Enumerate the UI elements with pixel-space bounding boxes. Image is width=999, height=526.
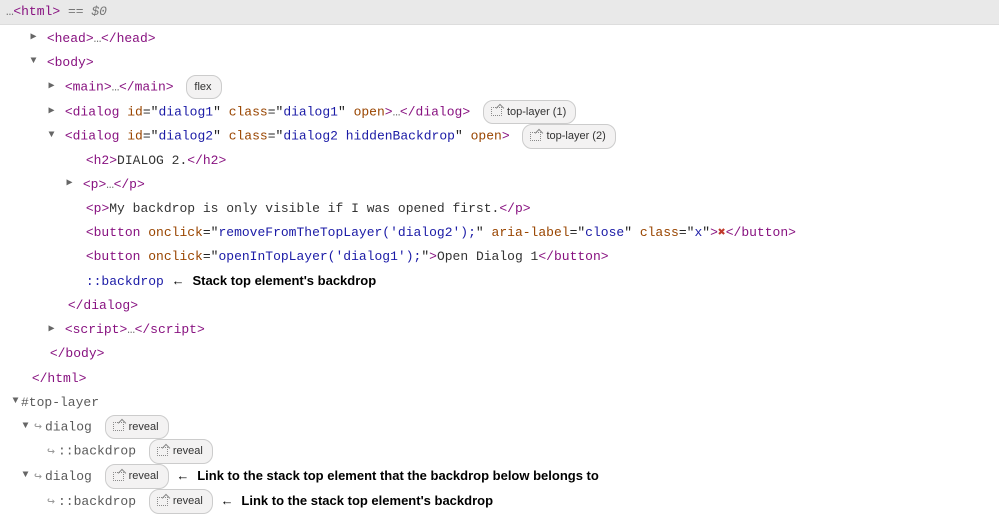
flex-badge[interactable]: flex (186, 75, 221, 99)
expand-icon[interactable]: ▶ (46, 321, 57, 340)
annotation-link-to-backdrop: Link to the stack top element's backdrop (241, 493, 493, 508)
reveal-badge[interactable]: reveal (105, 415, 169, 439)
link-icon: ↪ (44, 440, 58, 464)
collapse-icon[interactable]: ▼ (28, 53, 39, 72)
node-head[interactable]: ▶ <head>…</head> (0, 27, 999, 51)
top-layer-dialog-2[interactable]: ▼↪dialog reveal ← Link to the stack top … (0, 464, 999, 489)
link-icon: ↪ (31, 465, 45, 489)
reveal-badge[interactable]: reveal (149, 439, 213, 463)
node-p-collapsed[interactable]: ▶ <p>…</p> (0, 173, 999, 197)
collapse-icon[interactable]: ▼ (10, 393, 21, 412)
reveal-icon (491, 107, 502, 116)
eq-label: == (60, 4, 91, 19)
node-button-open[interactable]: <button onclick="openInTopLayer('dialog1… (0, 245, 999, 269)
reveal-icon (530, 132, 541, 141)
expand-icon[interactable]: ▶ (28, 29, 39, 48)
top-layer-root[interactable]: ▼#top-layer (0, 391, 999, 415)
collapse-icon[interactable]: ▼ (46, 127, 57, 146)
link-icon: ↪ (44, 490, 58, 514)
reveal-icon (113, 472, 124, 481)
link-icon: ↪ (31, 415, 45, 439)
node-dialog2-close[interactable]: </dialog> (0, 294, 999, 318)
annotation-stack-top-backdrop: Stack top element's backdrop (192, 273, 376, 288)
top-layer-label: #top-layer (21, 395, 99, 410)
node-p-text[interactable]: <p>My backdrop is only visible if I was … (0, 197, 999, 221)
dom-tree[interactable]: ▶ <head>…</head> ▼ <body> ▶ <main>…</mai… (0, 25, 999, 524)
node-button-close[interactable]: <button onclick="removeFromTheTopLayer('… (0, 221, 999, 245)
reveal-badge[interactable]: reveal (149, 489, 213, 513)
expand-icon[interactable]: ▶ (46, 78, 57, 97)
node-dialog1[interactable]: ▶ <dialog id="dialog1" class="dialog1" o… (0, 100, 999, 125)
expand-icon[interactable]: ▶ (46, 103, 57, 122)
reveal-icon (157, 447, 168, 456)
node-script[interactable]: ▶ <script>…</script> (0, 318, 999, 342)
node-backdrop-pseudo[interactable]: ::backdrop ← Stack top element's backdro… (0, 269, 999, 294)
collapse-icon[interactable]: ▼ (20, 418, 31, 437)
node-html-close[interactable]: </html> (0, 367, 999, 391)
node-main[interactable]: ▶ <main>…</main> flex (0, 75, 999, 100)
close-x-icon: ✖ (718, 225, 726, 240)
collapse-icon[interactable]: ▼ (20, 467, 31, 486)
annotation-link-to-element: Link to the stack top element that the b… (197, 468, 599, 483)
reveal-icon (113, 422, 124, 431)
node-h2[interactable]: <h2>DIALOG 2.</h2> (0, 149, 999, 173)
selected-element-bar: …<html> == $0 (0, 0, 999, 25)
node-body-close[interactable]: </body> (0, 342, 999, 366)
top-layer-dialog-1[interactable]: ▼↪dialog reveal (0, 415, 999, 440)
node-body-open[interactable]: ▼ <body> (0, 51, 999, 75)
top-layer-backdrop-2[interactable]: ↪::backdrop reveal ← Link to the stack t… (0, 489, 999, 514)
reveal-badge[interactable]: reveal (105, 464, 169, 488)
dollar-zero: $0 (91, 4, 107, 19)
node-dialog2-open[interactable]: ▼ <dialog id="dialog2" class="dialog2 hi… (0, 124, 999, 149)
top-layer-badge-2[interactable]: top-layer (2) (522, 124, 615, 148)
top-layer-badge-1[interactable]: top-layer (1) (483, 100, 576, 124)
top-layer-backdrop-1[interactable]: ↪::backdrop reveal (0, 439, 999, 464)
expand-icon[interactable]: ▶ (64, 175, 75, 194)
reveal-icon (157, 497, 168, 506)
